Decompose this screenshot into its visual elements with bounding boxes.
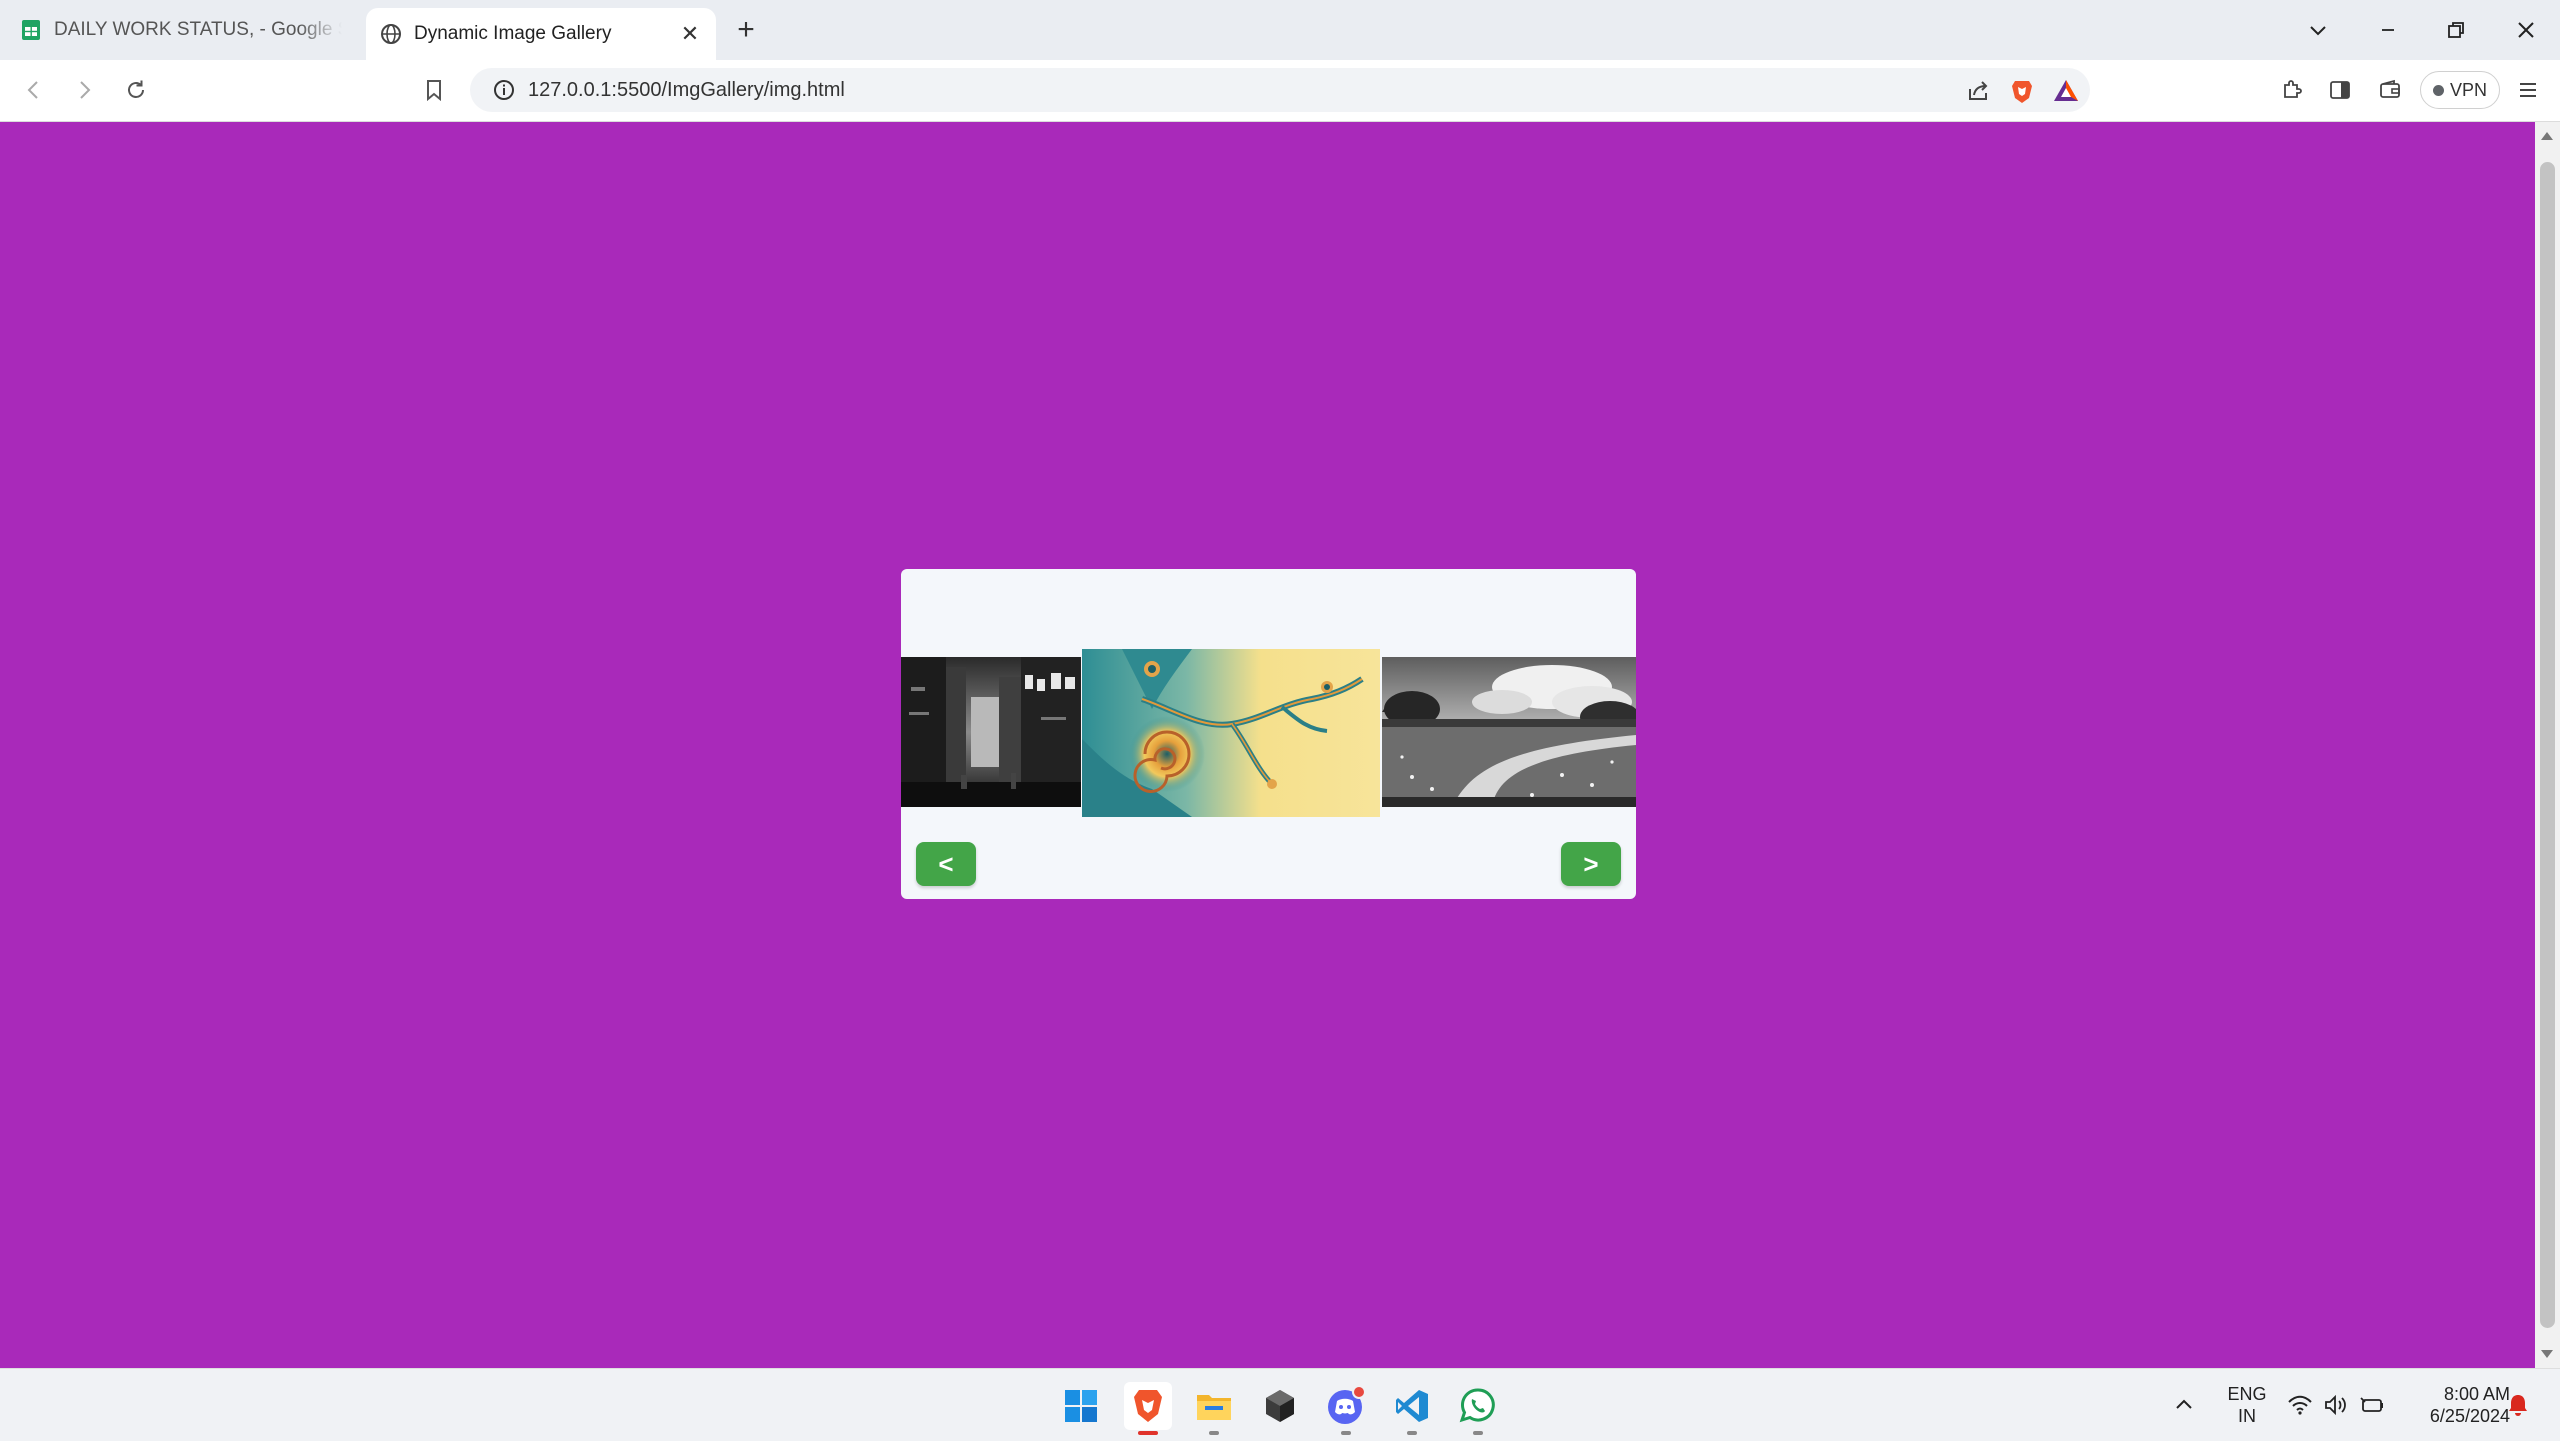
scrollbar-thumb[interactable] [2540,162,2555,1328]
windows-start-icon[interactable] [1057,1382,1105,1430]
forward-icon[interactable] [66,72,102,108]
gallery-image-city-street[interactable] [901,657,1081,807]
clock-time: 8:00 AM [2443,1384,2510,1404]
region-code: IN [2238,1406,2256,1426]
active-indicator [1138,1431,1158,1435]
wallet-icon[interactable] [2372,72,2408,108]
running-indicator [1407,1431,1417,1435]
gallery-image-track [901,649,1636,821]
battery-icon[interactable] [2354,1387,2390,1423]
running-indicator [1341,1431,1351,1435]
vertical-scrollbar[interactable] [2535,122,2560,1368]
vpn-label: VPN [2449,79,2487,100]
gallery-image-landscape[interactable] [1382,657,1636,807]
gallery-image-fractal[interactable] [1082,649,1380,817]
address-bar[interactable]: 127.0.0.1:5500/ImgGallery/img.html [470,68,2090,112]
brave-rewards-icon[interactable] [2052,77,2080,105]
vpn-button[interactable]: VPN [2420,71,2500,109]
unity-icon[interactable] [1256,1382,1304,1430]
brave-shields-icon[interactable] [2008,77,2036,105]
wifi-icon[interactable] [2282,1387,2318,1423]
minimize-icon[interactable] [2358,10,2418,50]
clock[interactable]: 8:00 AM 6/25/2024 [2400,1383,2510,1427]
windows-taskbar: ENG IN 8:00 AM 6/25/2024 [0,1368,2560,1441]
restore-icon[interactable] [2426,10,2486,50]
running-indicator [1473,1431,1483,1435]
show-hidden-icons-chevron-icon[interactable] [2164,1385,2204,1425]
new-tab-icon[interactable]: + [730,13,762,46]
globe-icon [380,23,402,45]
menu-icon[interactable] [2510,72,2546,108]
tab-dynamic-image-gallery[interactable]: Dynamic Image Gallery ✕ [366,8,716,60]
bookmark-icon[interactable] [416,72,452,108]
scroll-down-arrow-icon[interactable] [2541,1350,2553,1358]
brave-browser-icon[interactable] [1124,1382,1172,1435]
extensions-icon[interactable] [2274,72,2310,108]
discord-icon[interactable] [1322,1382,1370,1435]
reload-icon[interactable] [118,72,154,108]
sidebar-icon[interactable] [2322,72,2358,108]
scroll-up-arrow-icon[interactable] [2541,132,2553,140]
tab-title: Dynamic Image Gallery [414,23,612,44]
close-window-icon[interactable] [2496,10,2556,50]
url-text: 127.0.0.1:5500/ImgGallery/img.html [528,79,845,101]
language-code: ENG [2227,1384,2267,1404]
volume-icon[interactable] [2318,1387,2354,1423]
vpn-status-icon [2432,84,2444,96]
back-icon[interactable] [16,72,52,108]
whatsapp-icon[interactable] [1454,1382,1502,1435]
language-indicator[interactable]: ENG IN [2222,1383,2272,1427]
file-explorer-icon[interactable] [1190,1382,1238,1435]
clock-date: 6/25/2024 [2429,1406,2510,1426]
page-viewport: < > [0,122,2535,1368]
tab-strip: DAILY WORK STATUS, - Google Shee Dynamic… [0,0,2560,60]
prev-button[interactable]: < [916,842,976,886]
close-tab-icon[interactable]: ✕ [678,21,702,46]
browser-toolbar: 127.0.0.1:5500/ImgGallery/img.html VPN [0,60,2560,122]
running-indicator [1209,1431,1219,1435]
tab-title: DAILY WORK STATUS, - Google Shee [54,19,342,40]
next-button[interactable]: > [1561,842,1621,886]
tab-google-sheets[interactable]: DAILY WORK STATUS, - Google Shee [6,8,356,52]
site-info-icon[interactable] [492,78,516,102]
image-gallery-card: < > [901,569,1636,899]
vscode-icon[interactable] [1388,1382,1436,1435]
notification-bell-icon[interactable] [2502,1389,2534,1421]
share-icon[interactable] [1964,77,1992,105]
tab-search-chevron-icon[interactable] [2288,10,2348,50]
google-sheets-icon [20,19,42,41]
